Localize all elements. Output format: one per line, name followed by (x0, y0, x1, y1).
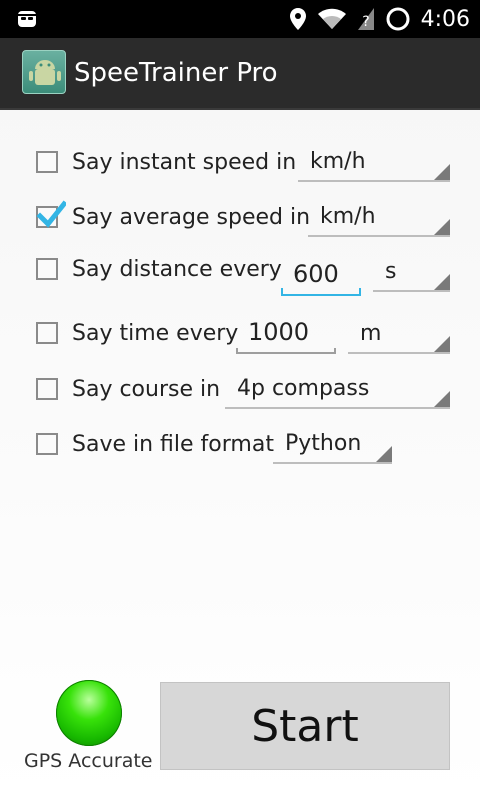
checkmark-icon (36, 200, 66, 228)
distance-unit-spinner[interactable]: s (373, 256, 450, 292)
dropdown-arrow-icon (434, 219, 450, 235)
action-bar: SpeeTrainer Pro (0, 38, 480, 110)
average-speed-label: Say average speed in (72, 204, 311, 230)
course-checkbox[interactable] (36, 378, 58, 400)
save-file-format-value: Python (285, 431, 362, 456)
save-file-row: Save in file format (36, 421, 274, 467)
dropdown-arrow-icon (434, 336, 450, 352)
app-title: SpeeTrainer Pro (74, 58, 278, 88)
instant-speed-unit-spinner[interactable]: km/h (298, 146, 450, 182)
time-value-text: 1000 (248, 318, 310, 346)
distance-checkbox[interactable] (36, 258, 58, 280)
course-format-spinner[interactable]: 4p compass (225, 373, 450, 409)
time-row: Say time every (36, 310, 238, 356)
dropdown-arrow-icon (434, 164, 450, 180)
distance-row: Say distance every (36, 246, 282, 292)
course-row: Say course in (36, 366, 220, 412)
incognito-icon (18, 11, 36, 27)
dropdown-arrow-icon (434, 274, 450, 290)
gps-status-label: GPS Accurate (24, 750, 153, 772)
dropdown-arrow-icon (434, 391, 450, 407)
clock: 4:06 (420, 6, 470, 32)
android-robot-icon (29, 60, 61, 85)
instant-speed-unit-value: km/h (310, 149, 366, 174)
instant-speed-checkbox[interactable] (36, 151, 58, 173)
distance-value-field[interactable]: 600 (281, 256, 361, 296)
time-checkbox[interactable] (36, 322, 58, 344)
instant-speed-row: Say instant speed in (36, 139, 296, 185)
save-file-checkbox[interactable] (36, 433, 58, 455)
distance-label: Say distance every (72, 256, 282, 282)
gps-status-indicator-icon (56, 680, 122, 746)
time-unit-value: m (360, 321, 382, 346)
app-icon (22, 50, 66, 94)
sim-unknown-icon: ? (357, 8, 374, 30)
status-bar: ? 4:06 (0, 0, 480, 38)
average-speed-row: Say average speed in (36, 194, 310, 240)
instant-speed-label: Say instant speed in (72, 149, 297, 175)
battery-charging-icon (386, 7, 410, 31)
distance-value-text: 600 (293, 260, 339, 288)
average-speed-checkbox[interactable] (36, 200, 66, 228)
status-icons: ? 4:06 (289, 0, 470, 38)
save-file-format-spinner[interactable]: Python (273, 428, 392, 464)
course-format-value: 4p compass (237, 376, 370, 401)
average-speed-unit-value: km/h (320, 204, 376, 229)
distance-unit-value: s (385, 259, 397, 284)
time-label: Say time every (72, 320, 239, 346)
time-unit-spinner[interactable]: m (348, 318, 450, 354)
svg-text:?: ? (362, 14, 369, 30)
course-label: Say course in (72, 376, 221, 402)
wifi-icon (317, 8, 346, 29)
dropdown-arrow-icon (376, 446, 392, 462)
start-button[interactable]: Start (160, 682, 450, 770)
save-file-label: Save in file format (72, 431, 274, 457)
location-icon (289, 8, 306, 30)
time-value-field[interactable]: 1000 (236, 314, 336, 354)
average-speed-unit-spinner[interactable]: km/h (308, 201, 450, 237)
